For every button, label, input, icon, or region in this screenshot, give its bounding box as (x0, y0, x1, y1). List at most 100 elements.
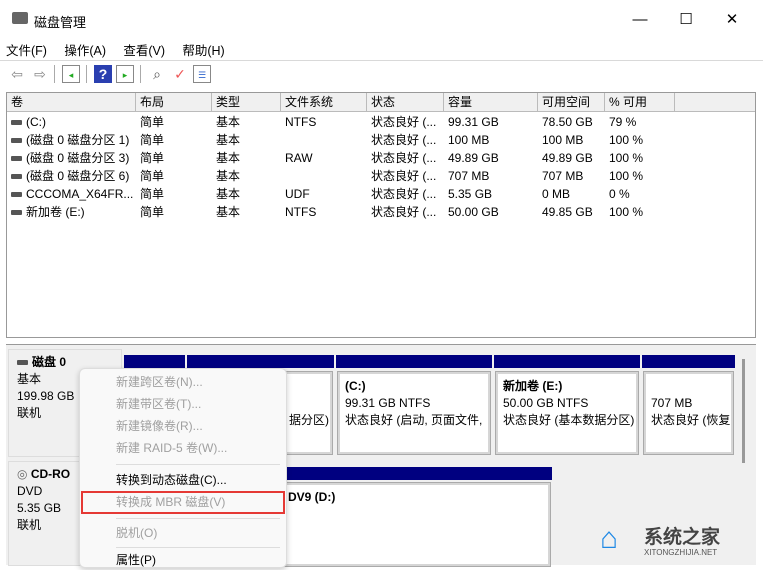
column-header-empty (675, 93, 755, 112)
cell-text: 0 % (609, 187, 630, 201)
column-header-percent-free[interactable]: % 可用 (605, 93, 675, 112)
table-cell[interactable]: 简单 (136, 167, 212, 185)
table-cell[interactable]: 0 % (605, 185, 675, 203)
disk-name: 磁盘 0 (32, 355, 67, 369)
cell-text: 状态良好 (... (371, 169, 437, 183)
connect-icon[interactable]: ⌕ (148, 65, 166, 83)
table-cell[interactable] (281, 131, 367, 149)
partition-e[interactable]: 新加卷 (E:) 50.00 GB NTFS 状态良好 (基本数据分区) (495, 371, 639, 455)
table-cell[interactable]: CCCOMA_X64FR... (7, 185, 136, 203)
table-cell[interactable]: 基本 (212, 113, 281, 131)
table-cell[interactable]: 新加卷 (E:) (7, 203, 136, 221)
column-header-status[interactable]: 状态 (367, 93, 444, 112)
cell-text: 基本 (216, 187, 241, 201)
table-cell[interactable]: (磁盘 0 磁盘分区 1) (7, 131, 136, 149)
context-menu-item[interactable]: 新建带区卷(T)... (116, 394, 201, 414)
table-cell[interactable]: (磁盘 0 磁盘分区 6) (7, 167, 136, 185)
table-cell[interactable]: 100 % (605, 203, 675, 221)
column-header-filesystem[interactable]: 文件系统 (281, 93, 367, 112)
table-cell[interactable]: 状态良好 (... (367, 113, 444, 131)
table-cell[interactable]: RAW (281, 149, 367, 167)
table-cell[interactable]: 基本 (212, 185, 281, 203)
watermark-text: 系统之家 (644, 527, 721, 548)
context-menu-item[interactable]: 新建 RAID-5 卷(W)... (116, 438, 227, 458)
console-tree-icon[interactable]: ◂ (62, 65, 80, 83)
table-cell[interactable]: 49.89 GB (538, 149, 605, 167)
partition-bar (187, 355, 334, 368)
table-cell[interactable]: 50.00 GB (444, 203, 538, 221)
volume-list: 卷 布局 类型 文件系统 状态 容量 可用空间 % 可用 (C:) 简单 基本 NTF… (6, 92, 756, 338)
table-cell[interactable]: 79 % (605, 113, 675, 131)
table-cell[interactable]: 简单 (136, 203, 212, 221)
table-cell[interactable]: 707 MB (444, 167, 538, 185)
table-cell[interactable]: 0 MB (538, 185, 605, 203)
menu-view[interactable]: 查看(V) (123, 44, 165, 58)
context-menu: 新建跨区卷(N)... 新建带区卷(T)... 新建镜像卷(R)... 新建 RAID… (79, 368, 287, 568)
disk-management-icon (12, 12, 28, 24)
menu-action[interactable]: 操作(A) (64, 44, 106, 58)
cell-text: (磁盘 0 磁盘分区 3) (26, 151, 130, 165)
minimize-button[interactable]: — (620, 8, 660, 32)
column-header-volume[interactable]: 卷 (7, 93, 136, 112)
table-cell[interactable]: 99.31 GB (444, 113, 538, 131)
table-cell[interactable]: 100 MB (444, 131, 538, 149)
menu-file[interactable]: 文件(F) (6, 44, 47, 58)
table-cell[interactable]: 简单 (136, 131, 212, 149)
watermark-url: XITONGZHIJIA.NET (644, 548, 718, 557)
disk-icon (17, 360, 28, 366)
table-cell[interactable]: 状态良好 (... (367, 131, 444, 149)
table-cell[interactable]: 状态良好 (... (367, 167, 444, 185)
table-cell[interactable]: NTFS (281, 203, 367, 221)
column-header-layout[interactable]: 布局 (136, 93, 212, 112)
table-cell[interactable]: 5.35 GB (444, 185, 538, 203)
table-cell[interactable]: 简单 (136, 185, 212, 203)
column-header-free[interactable]: 可用空间 (538, 93, 605, 112)
table-cell[interactable]: 基本 (212, 131, 281, 149)
menu-help[interactable]: 帮助(H) (182, 44, 224, 58)
volume-icon (11, 138, 22, 144)
table-cell[interactable]: 状态良好 (... (367, 203, 444, 221)
table-cell[interactable]: (磁盘 0 磁盘分区 3) (7, 149, 136, 167)
table-cell[interactable]: (C:) (7, 113, 136, 131)
table-cell[interactable]: 707 MB (538, 167, 605, 185)
cell-text: 49.85 GB (542, 205, 593, 219)
context-menu-item[interactable]: 属性(P) (116, 550, 156, 570)
table-cell[interactable]: 78.50 GB (538, 113, 605, 131)
partition-recovery[interactable]: 707 MB 状态良好 (恢复 (643, 371, 734, 455)
table-cell[interactable]: 49.85 GB (538, 203, 605, 221)
close-button[interactable]: ✕ (712, 8, 752, 32)
table-cell[interactable]: 100 MB (538, 131, 605, 149)
table-cell[interactable]: 100 % (605, 167, 675, 185)
maximize-button[interactable]: ☐ (666, 8, 706, 32)
column-header-capacity[interactable]: 容量 (444, 93, 538, 112)
cell-text: 简单 (140, 133, 165, 147)
table-cell[interactable]: 100 % (605, 149, 675, 167)
table-cell[interactable]: 基本 (212, 149, 281, 167)
table-cell[interactable]: NTFS (281, 113, 367, 131)
action-pane-icon[interactable]: ▸ (116, 65, 134, 83)
help-icon[interactable]: ? (94, 65, 112, 83)
partition-size: 99.31 GB NTFS (345, 396, 431, 410)
check-icon[interactable]: ✓ (171, 65, 189, 83)
table-cell[interactable]: 100 % (605, 131, 675, 149)
properties-icon[interactable]: ☰ (193, 65, 211, 83)
partition-c[interactable]: (C:) 99.31 GB NTFS 状态良好 (启动, 页面文件, (337, 371, 491, 455)
forward-icon[interactable]: ⇨ (31, 65, 49, 83)
column-header-type[interactable]: 类型 (212, 93, 281, 112)
context-menu-item[interactable]: 转换到动态磁盘(C)... (116, 470, 227, 490)
table-cell[interactable]: UDF (281, 185, 367, 203)
table-cell[interactable]: 状态良好 (... (367, 185, 444, 203)
table-cell[interactable]: 基本 (212, 203, 281, 221)
table-cell[interactable]: 基本 (212, 167, 281, 185)
scrollbar[interactable] (742, 359, 745, 463)
table-cell[interactable] (281, 167, 367, 185)
table-cell[interactable]: 简单 (136, 113, 212, 131)
watermark-logo: ⌂ 系统之家 XITONGZHIJIA.NET (600, 520, 754, 564)
back-icon[interactable]: ⇦ (8, 65, 26, 83)
table-cell[interactable]: 简单 (136, 149, 212, 167)
context-menu-item[interactable]: 新建镜像卷(R)... (116, 416, 203, 436)
context-menu-item[interactable]: 脱机(O) (116, 523, 157, 543)
context-menu-item[interactable]: 新建跨区卷(N)... (116, 372, 203, 392)
table-cell[interactable]: 49.89 GB (444, 149, 538, 167)
table-cell[interactable]: 状态良好 (... (367, 149, 444, 167)
